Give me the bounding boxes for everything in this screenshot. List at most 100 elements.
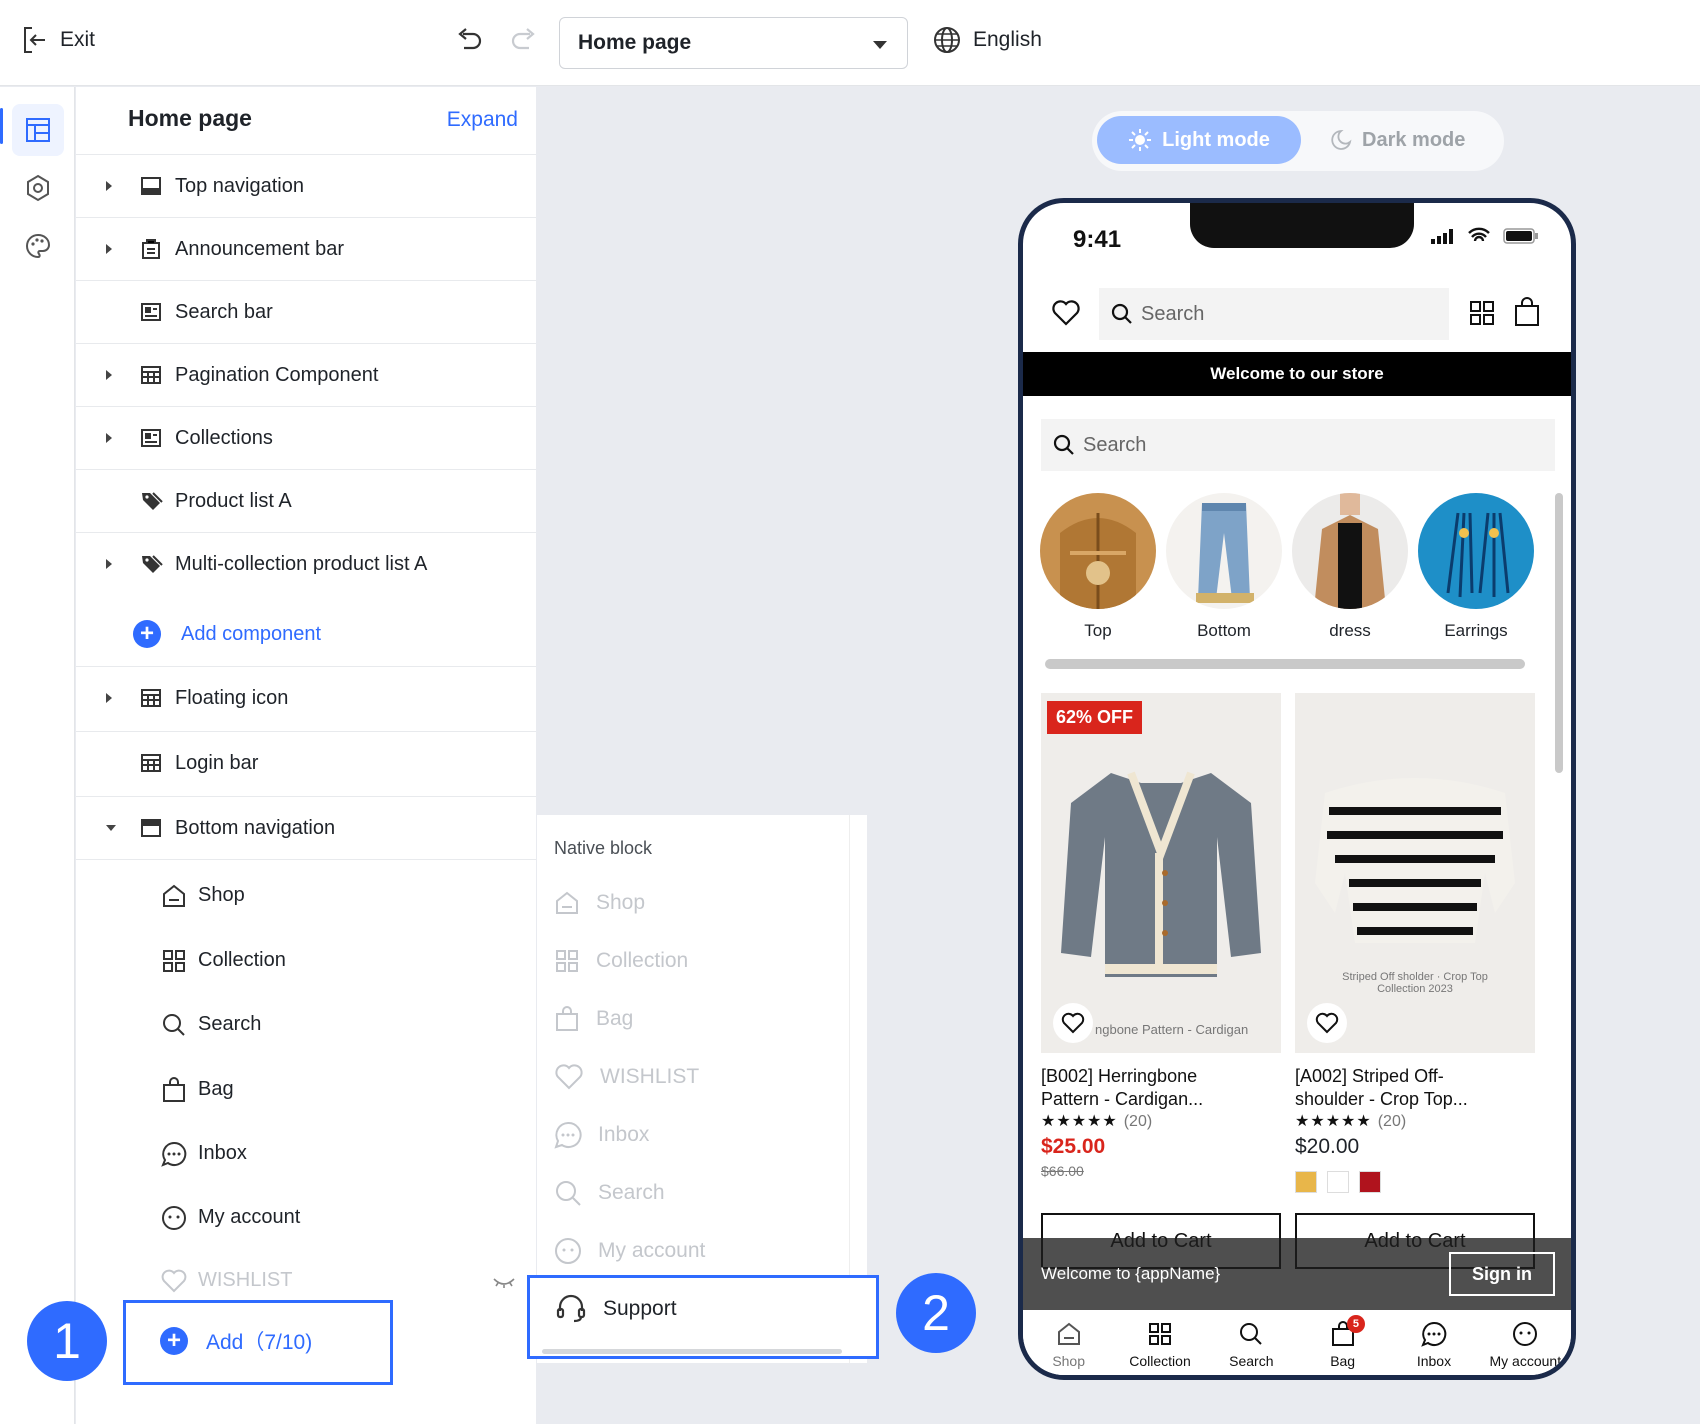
native-block-wishlist[interactable]: WISHLIST [554, 1064, 699, 1090]
native-block-my-account[interactable]: My account [554, 1237, 705, 1265]
component-label: Login bar [175, 751, 259, 774]
component-row-top-navigation[interactable]: Top navigation [76, 154, 536, 217]
tab-label: My account [1489, 1353, 1562, 1369]
native-block-collection[interactable]: Collection [554, 948, 688, 974]
sign-in-button[interactable]: Sign in [1449, 1252, 1555, 1296]
tab-my-account[interactable]: My account [1480, 1311, 1571, 1375]
home-icon [161, 883, 187, 909]
tag-icon [140, 553, 164, 575]
layout-rail-button[interactable] [12, 104, 64, 156]
collection-item-bottom[interactable]: Bottom [1165, 493, 1283, 641]
add-component-label: Add component [181, 622, 322, 645]
component-row-search-bar[interactable]: Search bar [76, 280, 536, 343]
add-bottom-nav-item-button[interactable]: + Add（7/10) [160, 1326, 312, 1356]
tab-shop[interactable]: Shop [1023, 1311, 1114, 1375]
chevron-right-icon[interactable] [106, 559, 112, 569]
tab-bag[interactable]: 5 Bag [1297, 1311, 1388, 1375]
product-title[interactable]: [B002] Herringbone Pattern - Cardigan... [1041, 1065, 1281, 1111]
bottom-nav-item-collection[interactable]: Collection [76, 929, 536, 992]
component-row-collections[interactable]: Collections [76, 406, 536, 469]
bag-icon[interactable] [1514, 297, 1540, 327]
native-block-inbox[interactable]: Inbox [554, 1121, 649, 1149]
bottom-nav-item-search[interactable]: Search [76, 993, 536, 1056]
swatch-yellow[interactable] [1295, 1171, 1317, 1193]
component-row-pagination[interactable]: Pagination Component [76, 343, 536, 406]
product-card[interactable]: 62% OFF ngbone Pattern - Cardigan [B002]… [1041, 693, 1281, 1179]
face-icon [161, 1205, 187, 1231]
layout-icon [140, 175, 162, 197]
settings-rail-button[interactable] [12, 162, 64, 214]
language-label: English [973, 28, 1042, 51]
tab-collection[interactable]: Collection [1114, 1311, 1205, 1375]
undo-icon[interactable] [455, 28, 483, 54]
swatch-white[interactable] [1327, 1171, 1349, 1193]
collection-item-earrings[interactable]: Earrings [1417, 493, 1535, 641]
bottom-nav-item-label: Shop [198, 884, 245, 906]
page-scrollbar[interactable] [1555, 493, 1563, 773]
component-row-multi-collection[interactable]: Multi-collection product list A [76, 532, 536, 595]
review-count: (20) [1123, 1113, 1153, 1130]
expand-link[interactable]: Expand [447, 108, 518, 132]
phone-preview: 9:41 Search Welcome to our store Search … [1018, 198, 1576, 1380]
tab-inbox[interactable]: Inbox [1388, 1311, 1479, 1375]
swatch-red[interactable] [1359, 1171, 1381, 1193]
native-block-search[interactable]: Search [554, 1179, 665, 1207]
chevron-right-icon[interactable] [106, 433, 112, 443]
collection-label: Bottom [1197, 621, 1251, 640]
card-icon [140, 301, 162, 323]
component-row-floating-icon[interactable]: Floating icon [76, 666, 536, 729]
component-row-announcement-bar[interactable]: Announcement bar [76, 217, 536, 280]
panel-title: Home page [128, 105, 252, 131]
chevron-right-icon[interactable] [106, 370, 112, 380]
native-block-bag[interactable]: Bag [554, 1006, 633, 1032]
page-select-dropdown[interactable]: Home page [559, 17, 908, 69]
wishlist-heart-icon[interactable] [1051, 299, 1081, 327]
wishlist-heart-icon[interactable] [1307, 1003, 1347, 1043]
bottom-nav-item-shop[interactable]: Shop [76, 864, 536, 927]
collection-item-top[interactable]: Top [1039, 493, 1157, 641]
theme-rail-button[interactable] [12, 220, 64, 272]
top-search-input[interactable]: Search [1099, 288, 1449, 340]
search-bar-input[interactable]: Search [1041, 419, 1555, 471]
chevron-right-icon[interactable] [106, 181, 112, 191]
native-block-shop[interactable]: Shop [554, 890, 645, 916]
component-panel: Home page Expand Top navigation Announce… [76, 87, 536, 1424]
add-component-button[interactable]: + Add component [133, 620, 321, 648]
dark-mode-button[interactable]: Dark mode [1330, 116, 1465, 164]
bottom-nav-item-label: Collection [198, 949, 286, 971]
product-image: 62% OFF ngbone Pattern - Cardigan [1041, 693, 1281, 1053]
chevron-right-icon[interactable] [106, 244, 112, 254]
bottom-nav-item-label: Search [198, 1013, 262, 1035]
native-block-label: WISHLIST [600, 1065, 700, 1088]
component-label: Multi-collection product list A [175, 552, 428, 575]
component-row-product-list-a[interactable]: Product list A [76, 469, 536, 532]
bottom-nav-item-my-account[interactable]: My account [76, 1186, 536, 1249]
language-selector[interactable]: English [933, 26, 1042, 54]
collection-scrollbar[interactable] [1045, 659, 1525, 669]
component-row-bottom-navigation[interactable]: Bottom navigation [76, 796, 536, 859]
bottom-nav-item-inbox[interactable]: Inbox [76, 1122, 536, 1185]
popup-horizontal-scrollbar[interactable] [542, 1349, 842, 1354]
icon-rail [0, 87, 75, 1424]
product-title-line: Pattern - Cardigan... [1041, 1089, 1204, 1109]
grid-view-icon[interactable] [1469, 300, 1495, 326]
native-block-support[interactable]: Support [555, 1294, 677, 1324]
light-mode-button[interactable]: Light mode [1097, 116, 1301, 164]
component-row-login-bar[interactable]: Login bar [76, 731, 536, 794]
redo-icon[interactable] [510, 28, 538, 54]
chevron-right-icon[interactable] [106, 693, 112, 703]
chevron-down-icon[interactable] [106, 825, 116, 831]
chat-icon [1421, 1321, 1447, 1347]
product-title[interactable]: [A002] Striped Off-shoulder - Crop Top..… [1295, 1065, 1535, 1111]
exit-button[interactable]: Exit [22, 26, 95, 54]
collection-item-dress[interactable]: dress [1291, 493, 1409, 641]
home-icon [556, 891, 578, 914]
card-icon [140, 427, 162, 449]
grid-icon [161, 948, 187, 974]
eye-closed-icon[interactable] [492, 1277, 516, 1289]
collection-image [1418, 493, 1534, 609]
product-card[interactable]: Striped Off sholder · Crop Top Collection… [1295, 693, 1535, 1193]
bottom-nav-item-bag[interactable]: Bag [76, 1058, 536, 1121]
wishlist-heart-icon[interactable] [1053, 1003, 1093, 1043]
tab-search[interactable]: Search [1206, 1311, 1297, 1375]
